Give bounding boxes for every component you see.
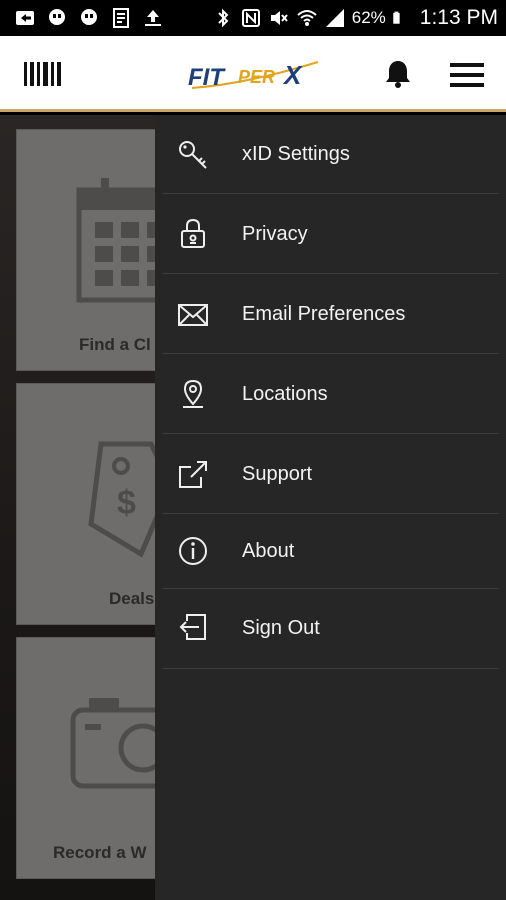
menu-item-label: Locations xyxy=(242,383,328,405)
document-icon xyxy=(113,8,129,28)
divider xyxy=(162,513,499,514)
menu-item-email-preferences[interactable]: Email Preferences xyxy=(155,275,506,355)
status-bar: 62% 1:13 PM xyxy=(0,0,506,36)
navigation-drawer: xID Settings Privacy Email Preferences L… xyxy=(155,115,506,900)
status-system: 62% 1:13 PM xyxy=(212,6,506,30)
menu-item-label: Sign Out xyxy=(242,617,320,639)
menu-item-label: Privacy xyxy=(242,223,308,245)
signal-icon xyxy=(325,9,344,27)
menu-item-support[interactable]: Support xyxy=(155,435,506,515)
fitperx-logo: FIT PER X xyxy=(188,60,319,91)
menu-item-label: xID Settings xyxy=(242,143,350,165)
menu-item-locations[interactable]: Locations xyxy=(155,355,506,435)
divider xyxy=(162,433,499,434)
logo-fit-text: FIT xyxy=(188,64,226,91)
menu-item-label: About xyxy=(242,540,295,562)
location-pin-icon xyxy=(183,379,203,408)
divider xyxy=(162,273,499,274)
tile-deals[interactable]: $ Deals xyxy=(16,383,176,625)
info-icon xyxy=(179,537,207,565)
menu-item-privacy[interactable]: Privacy xyxy=(155,195,506,275)
divider xyxy=(162,193,499,194)
svg-text:$: $ xyxy=(117,484,136,522)
lock-icon xyxy=(181,218,205,248)
mute-icon xyxy=(270,11,288,25)
menu-item-label: Support xyxy=(242,463,313,485)
clock: 1:13 PM xyxy=(419,6,498,29)
envelope-icon xyxy=(178,304,208,326)
menu-item-sign-out[interactable]: Sign Out xyxy=(155,589,506,669)
nfc-icon xyxy=(241,9,260,27)
tile-find-class[interactable]: Find a Cl xyxy=(16,129,177,371)
hangouts-icon xyxy=(49,9,65,25)
bluetooth-icon xyxy=(218,8,229,28)
tile-label: Deals xyxy=(109,589,155,608)
logo-x-text: X xyxy=(282,60,303,90)
battery-icon xyxy=(393,11,400,24)
tile-label: Record a W xyxy=(53,843,147,862)
notification-bell-icon[interactable] xyxy=(382,58,414,90)
menu-item-label: Email Preferences xyxy=(242,303,406,325)
logo-per-text: PER xyxy=(238,67,275,87)
back-icon xyxy=(16,11,34,25)
sign-out-icon xyxy=(179,614,206,640)
menu-icon[interactable] xyxy=(450,63,484,87)
battery-percent: 62% xyxy=(351,8,386,27)
divider xyxy=(162,668,499,669)
key-icon xyxy=(179,141,207,169)
menu-item-xid-settings[interactable]: xID Settings xyxy=(155,115,506,195)
menu-item-about[interactable]: About xyxy=(155,515,506,589)
external-link-icon xyxy=(179,461,207,488)
hangouts-icon xyxy=(81,9,97,25)
barcode-icon[interactable] xyxy=(24,62,64,86)
divider xyxy=(162,353,499,354)
upload-icon xyxy=(145,10,161,26)
app-header: FIT PER X xyxy=(0,36,506,112)
wifi-icon xyxy=(297,10,317,26)
tile-record-workout[interactable]: Record a W xyxy=(16,637,177,879)
status-notifications xyxy=(0,7,164,29)
tile-label: Find a Cl xyxy=(79,335,151,354)
